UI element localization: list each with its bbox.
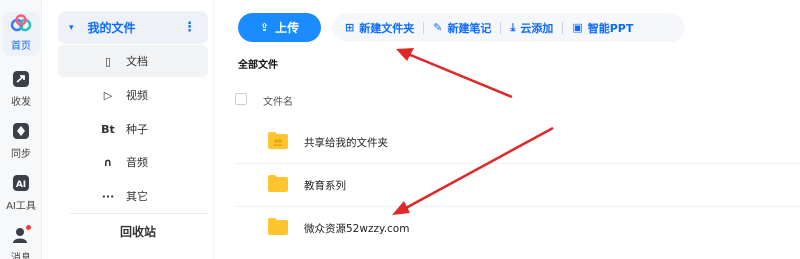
cloud-logo-icon — [10, 12, 32, 34]
nav-item-other[interactable]: ··· 其它 — [58, 180, 208, 212]
nav-item-label: 文档 — [126, 55, 148, 68]
upload-button[interactable]: ⇪ 上传 — [238, 13, 321, 42]
rail-item-message[interactable]: 消息 — [0, 224, 42, 259]
nav-item-audio[interactable]: ∩ 音频 — [58, 146, 208, 178]
nav-recycle-bin[interactable]: 回收站 — [58, 216, 208, 246]
left-rail: 首页 收发 同步 AI AI工具 消息 — [0, 0, 42, 259]
file-row[interactable]: 微众资源52wzzy.com — [235, 207, 800, 249]
nav-divider — [70, 213, 208, 214]
upload-icon: ⇪ — [259, 21, 270, 34]
video-icon: ▷ — [103, 88, 113, 102]
headphone-icon: ∩ — [103, 155, 113, 169]
new-folder-button[interactable]: ⊞ 新建文件夹 — [345, 20, 414, 36]
rail-item-home[interactable]: 首页 — [2, 12, 40, 56]
doc-icon: ▯ — [104, 54, 112, 68]
nav-item-label: 种子 — [126, 123, 148, 136]
file-name: 共享给我的文件夹 — [304, 137, 388, 149]
file-name: 微众资源52wzzy.com — [304, 223, 410, 235]
rail-label-sync: 同步 — [11, 149, 31, 160]
rail-label-send: 收发 — [11, 97, 31, 108]
file-row[interactable]: 共享给我的文件夹 — [235, 121, 800, 163]
more-icon: ··· — [101, 189, 115, 203]
action-toolbar: ⊞ 新建文件夹 ✎ 新建笔记 ⤓ 云添加 ▣ 智能PPT — [333, 13, 685, 42]
new-note-icon: ✎ — [433, 21, 443, 34]
more-vertical-icon[interactable]: ⋮ — [183, 20, 196, 35]
rail-label-home: 首页 — [11, 41, 31, 52]
folder-icon — [268, 175, 288, 192]
new-note-label: 新建笔记 — [447, 21, 492, 35]
nav-item-label: 视频 — [126, 89, 148, 102]
shared-folder-icon — [268, 132, 288, 149]
cloud-add-icon: ⤓ — [510, 20, 516, 34]
cloud-add-button[interactable]: ⤓ 云添加 — [510, 20, 553, 36]
upload-label: 上传 — [275, 21, 300, 35]
smart-ppt-button[interactable]: ▣ 智能PPT — [572, 20, 633, 36]
rail-item-sync[interactable]: 同步 — [0, 120, 42, 160]
toolbar-separator — [500, 21, 502, 34]
svg-text:AI: AI — [16, 180, 26, 190]
send-icon — [10, 68, 32, 90]
new-folder-icon: ⊞ — [345, 21, 355, 34]
column-header-filename[interactable]: 文件名 — [263, 93, 293, 108]
nav-recycle-label: 回收站 — [120, 224, 157, 239]
nav-item-torrent[interactable]: Bt 种子 — [58, 113, 208, 145]
toolbar-separator — [562, 21, 564, 34]
main-area: ⇪ 上传 ⊞ 新建文件夹 ✎ 新建笔记 ⤓ 云添加 ▣ 智能PPT 全部文件 文… — [215, 0, 800, 259]
nav-item-label: 其它 — [126, 190, 148, 203]
new-folder-label: 新建文件夹 — [359, 21, 415, 35]
folder-icon — [268, 218, 288, 235]
cloud-add-label: 云添加 — [520, 21, 554, 35]
toolbar-separator — [423, 21, 425, 34]
new-note-button[interactable]: ✎ 新建笔记 — [433, 20, 491, 36]
nav-my-files-label: 我的文件 — [87, 21, 136, 35]
nav-item-label: 音频 — [126, 156, 148, 169]
rail-item-ai[interactable]: AI AI工具 — [0, 172, 42, 212]
caret-down-icon: ▾ — [69, 22, 74, 33]
select-all-checkbox[interactable] — [235, 93, 247, 105]
sync-icon — [10, 120, 32, 142]
nav-item-video[interactable]: ▷ 视频 — [58, 79, 208, 111]
rail-item-send[interactable]: 收发 — [0, 68, 42, 108]
breadcrumb[interactable]: 全部文件 — [238, 56, 278, 71]
notification-dot — [26, 225, 31, 230]
smart-ppt-label: 智能PPT — [587, 21, 634, 35]
file-row[interactable]: 教育系列 — [235, 164, 800, 206]
nav-panel: ▾ 我的文件 ⋮ ▯ 文档 ▷ 视频 Bt 种子 ∩ 音频 ··· 其它 回收站 — [48, 0, 214, 259]
bt-icon: Bt — [101, 122, 115, 136]
nav-my-files[interactable]: ▾ 我的文件 ⋮ — [58, 11, 208, 44]
rail-label-message: 消息 — [11, 253, 31, 259]
ai-icon: AI — [10, 172, 32, 194]
nav-item-docs[interactable]: ▯ 文档 — [58, 45, 208, 77]
file-name: 教育系列 — [304, 180, 346, 192]
ppt-icon: ▣ — [572, 21, 583, 34]
rail-label-ai: AI工具 — [6, 201, 36, 212]
